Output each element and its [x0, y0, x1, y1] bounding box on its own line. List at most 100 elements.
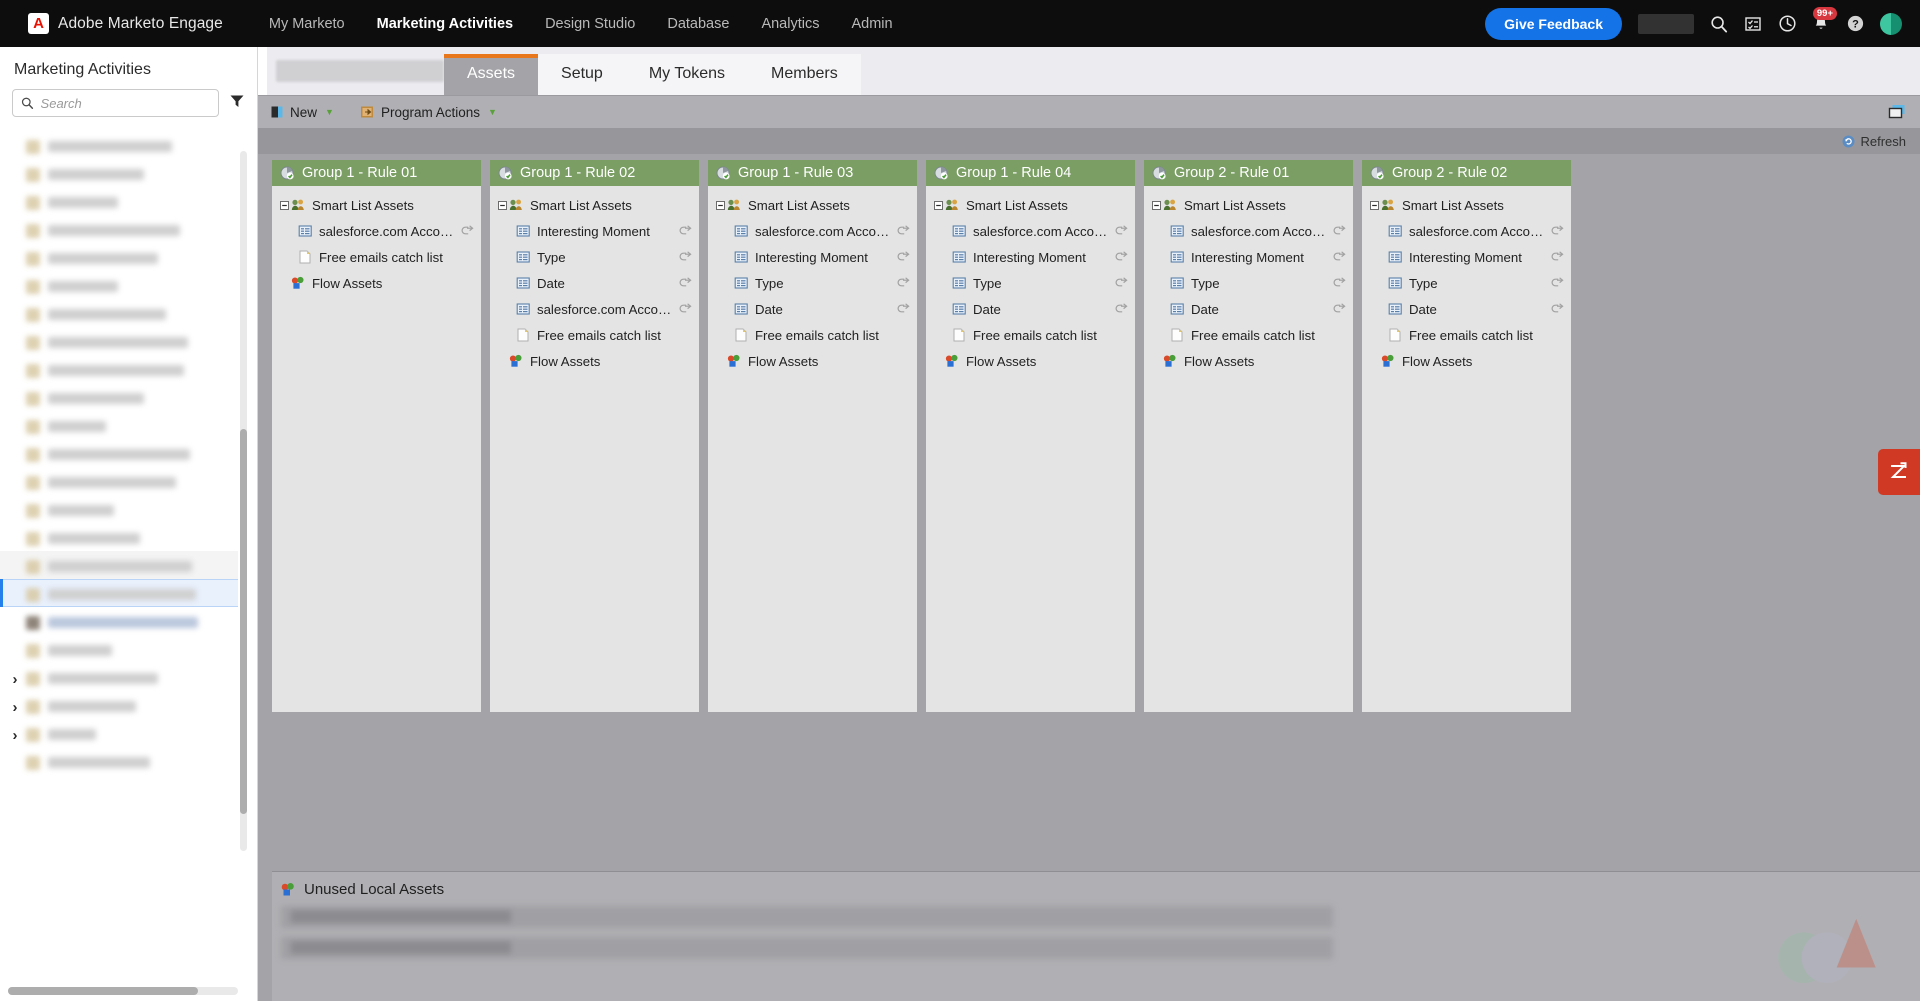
list-item[interactable] [22, 441, 200, 469]
link-icon[interactable] [1327, 250, 1346, 265]
collapse-toggle-icon[interactable] [1150, 200, 1163, 210]
tree-asset-row[interactable]: Date [490, 270, 699, 296]
search-input-wrapper[interactable] [12, 89, 219, 117]
list-item[interactable] [22, 497, 200, 525]
tab-my-tokens[interactable]: My Tokens [625, 54, 749, 95]
tasks-icon[interactable] [1736, 7, 1770, 41]
list-item[interactable] [22, 693, 200, 721]
collapse-toggle-icon[interactable] [1368, 200, 1381, 210]
sidebar-horizontal-scrollbar-thumb[interactable] [8, 987, 198, 995]
tree-group-row[interactable]: Flow Assets [708, 348, 917, 374]
link-icon[interactable] [891, 224, 910, 239]
chevron-down-icon[interactable]: ▼ [325, 107, 334, 117]
avatar[interactable] [1880, 12, 1902, 35]
rule-column-header[interactable]: Group 1 - Rule 02 [490, 160, 699, 186]
rule-column-header[interactable]: Group 2 - Rule 01 [1144, 160, 1353, 186]
link-icon[interactable] [1545, 250, 1564, 265]
link-icon[interactable] [1109, 302, 1128, 317]
tree-asset-row[interactable]: Date [1362, 296, 1571, 322]
tree-asset-row[interactable]: Free emails catch list [926, 322, 1135, 348]
nav-item-analytics[interactable]: Analytics [745, 12, 835, 36]
help-icon[interactable]: ? [1838, 7, 1872, 41]
brand[interactable]: A Adobe Marketo Engage [28, 13, 223, 34]
refresh-button[interactable]: Refresh [1842, 134, 1906, 149]
collapse-toggle-icon[interactable] [932, 200, 945, 210]
tree-asset-row[interactable]: Type [1144, 270, 1353, 296]
list-item-selected[interactable] [22, 609, 200, 637]
list-item[interactable] [22, 217, 200, 245]
tree-group-row[interactable]: Smart List Assets [1144, 192, 1353, 218]
filter-icon[interactable] [229, 93, 245, 114]
list-item[interactable] [22, 413, 200, 441]
tree-group-row[interactable]: Smart List Assets [926, 192, 1135, 218]
list-item[interactable] [22, 581, 200, 609]
tab-setup[interactable]: Setup [538, 54, 626, 95]
tree-group-row[interactable]: Smart List Assets [490, 192, 699, 218]
link-icon[interactable] [1327, 224, 1346, 239]
tree-group-row[interactable]: Smart List Assets [708, 192, 917, 218]
link-icon[interactable] [891, 250, 910, 265]
panel-toggle-button[interactable] [1888, 104, 1906, 120]
list-item[interactable] [22, 665, 200, 693]
tree-asset-row[interactable]: Interesting Moment [708, 244, 917, 270]
rule-column-header[interactable]: Group 1 - Rule 01 [272, 160, 481, 186]
list-item[interactable] [22, 553, 200, 581]
collapse-toggle-icon[interactable] [278, 200, 291, 210]
list-item[interactable] [22, 329, 200, 357]
list-item[interactable] [22, 273, 200, 301]
list-item[interactable] [22, 637, 200, 665]
sidebar-tree-items-redacted[interactable] [22, 133, 200, 777]
nav-item-database[interactable]: Database [651, 12, 745, 36]
list-item[interactable] [22, 721, 200, 749]
list-item[interactable] [22, 133, 200, 161]
tree-asset-row[interactable]: Free emails catch list [1362, 322, 1571, 348]
tree-group-row[interactable]: Flow Assets [926, 348, 1135, 374]
tree-asset-row[interactable]: Date [1144, 296, 1353, 322]
tree-asset-row[interactable]: Interesting Moment [490, 218, 699, 244]
link-icon[interactable] [891, 276, 910, 291]
header-search-field-redacted[interactable] [1638, 13, 1694, 34]
tab-members[interactable]: Members [748, 54, 861, 95]
give-feedback-button[interactable]: Give Feedback [1485, 7, 1622, 40]
rule-column-header[interactable]: Group 1 - Rule 04 [926, 160, 1135, 186]
nav-item-design-studio[interactable]: Design Studio [529, 12, 651, 36]
collapse-toggle-icon[interactable] [714, 200, 727, 210]
sidebar-vertical-scrollbar-thumb[interactable] [240, 429, 247, 814]
tree-asset-row[interactable]: Type [708, 270, 917, 296]
tree-group-row[interactable]: Smart List Assets [272, 192, 481, 218]
tree-asset-row[interactable]: Date [708, 296, 917, 322]
tree-asset-row[interactable]: Interesting Moment [1362, 244, 1571, 270]
tree-asset-row[interactable]: salesforce.com Account_... [926, 218, 1135, 244]
link-icon[interactable] [673, 302, 692, 317]
rule-column-header[interactable]: Group 1 - Rule 03 [708, 160, 917, 186]
chevron-right-icon[interactable]: › [0, 721, 30, 749]
chevron-down-icon[interactable]: ▼ [488, 107, 497, 117]
link-icon[interactable] [1109, 276, 1128, 291]
nav-item-marketing-activities[interactable]: Marketing Activities [361, 12, 529, 36]
tree-group-row[interactable]: Smart List Assets [1362, 192, 1571, 218]
new-button[interactable]: New ▼ [270, 105, 334, 120]
tree-asset-row[interactable]: salesforce.com Account_... [1362, 218, 1571, 244]
nav-item-my-marketo[interactable]: My Marketo [253, 12, 361, 36]
chevron-right-icon[interactable]: › [0, 665, 30, 693]
nav-item-admin[interactable]: Admin [835, 12, 908, 36]
list-item[interactable] [22, 161, 200, 189]
tree-asset-row[interactable]: Free emails catch list [708, 322, 917, 348]
list-item[interactable] [22, 385, 200, 413]
clock-icon[interactable] [1770, 7, 1804, 41]
program-actions-button[interactable]: Program Actions ▼ [360, 105, 497, 120]
list-item[interactable] [22, 749, 200, 777]
list-item[interactable] [22, 525, 200, 553]
list-item[interactable] [22, 357, 200, 385]
tree-asset-row[interactable]: salesforce.com Account_... [272, 218, 481, 244]
link-icon[interactable] [1327, 276, 1346, 291]
link-icon[interactable] [673, 250, 692, 265]
link-icon[interactable] [673, 276, 692, 291]
search-icon[interactable] [1702, 7, 1736, 41]
link-icon[interactable] [1109, 224, 1128, 239]
tab-assets[interactable]: Assets [444, 54, 539, 95]
tree-asset-row[interactable]: Free emails catch list [1144, 322, 1353, 348]
tree-asset-row[interactable]: Free emails catch list [272, 244, 481, 270]
link-icon[interactable] [891, 302, 910, 317]
link-icon[interactable] [455, 224, 474, 239]
